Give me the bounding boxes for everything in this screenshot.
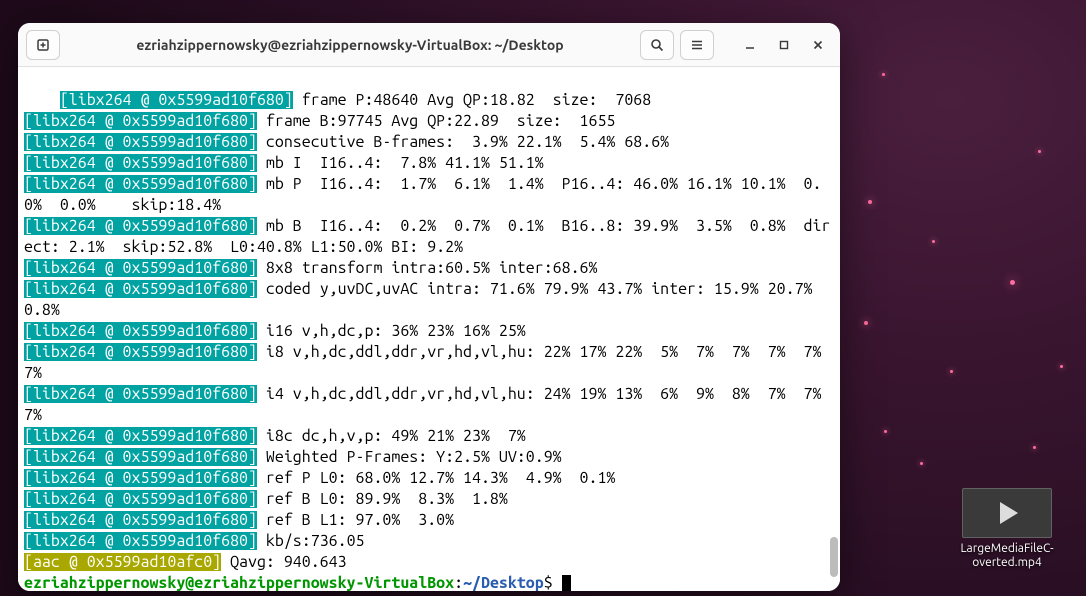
log-tag: [aac @ 0x5599ad10afc0] xyxy=(24,553,221,571)
log-tag: [libx264 @ 0x5599ad10f680] xyxy=(24,511,257,529)
new-tab-button[interactable] xyxy=(26,30,60,60)
sparkle xyxy=(1060,365,1063,368)
log-text: kb/s:736.05 xyxy=(257,532,365,550)
log-text: ref P L0: 68.0% 12.7% 14.3% 4.9% 0.1% xyxy=(257,469,615,487)
minimize-button[interactable] xyxy=(736,31,764,59)
sparkle xyxy=(950,370,953,373)
log-text: i16 v,h,dc,p: 36% 23% 16% 25% xyxy=(257,322,526,340)
terminal-window: ezriahzippernowsky@ezriahzippernowsky-Vi… xyxy=(18,23,840,591)
log-tag: [libx264 @ 0x5599ad10f680] xyxy=(24,217,257,235)
log-tag: [libx264 @ 0x5599ad10f680] xyxy=(24,112,257,130)
maximize-button[interactable] xyxy=(770,31,798,59)
sparkle xyxy=(920,462,923,465)
log-tag: [libx264 @ 0x5599ad10f680] xyxy=(24,133,257,151)
prompt-path: ~/Desktop xyxy=(463,574,544,591)
window-title: ezriahzippernowsky@ezriahzippernowsky-Vi… xyxy=(66,37,634,53)
sparkle xyxy=(882,73,885,76)
log-text: ref B L0: 89.9% 8.3% 1.8% xyxy=(257,490,508,508)
terminal-scroll-thumb[interactable] xyxy=(830,537,838,577)
terminal-body[interactable]: [libx264 @ 0x5599ad10f680] frame P:48640… xyxy=(18,67,840,591)
log-tag: [libx264 @ 0x5599ad10f680] xyxy=(24,427,257,445)
log-tag: [libx264 @ 0x5599ad10f680] xyxy=(24,175,257,193)
log-text: consecutive B-frames: 3.9% 22.1% 5.4% 68… xyxy=(257,133,669,151)
log-text: i8c dc,h,v,p: 49% 21% 23% 7% xyxy=(257,427,526,445)
hamburger-menu-button[interactable] xyxy=(680,30,714,60)
sparkle xyxy=(1010,280,1015,285)
log-text: frame P:48640 Avg QP:18.82 size: 7068 xyxy=(293,91,651,109)
log-tag: [libx264 @ 0x5599ad10f680] xyxy=(24,469,257,487)
log-text: frame B:97745 Avg QP:22.89 size: 1655 xyxy=(257,112,615,130)
log-text: Qavg: 940.643 xyxy=(221,553,346,571)
sparkle xyxy=(932,240,935,243)
prompt-separator: : xyxy=(454,574,463,591)
log-tag: [libx264 @ 0x5599ad10f680] xyxy=(24,343,257,361)
log-text: 8x8 transform intra:60.5% inter:68.6% xyxy=(257,259,597,277)
play-icon xyxy=(1000,502,1018,524)
terminal-cursor xyxy=(562,575,571,591)
prompt-user: ezriahzippernowsky@ezriahzippernowsky-Vi… xyxy=(24,574,454,591)
log-text: ref B L1: 97.0% 3.0% xyxy=(257,511,454,529)
log-tag: [libx264 @ 0x5599ad10f680] xyxy=(24,154,257,172)
window-titlebar: ezriahzippernowsky@ezriahzippernowsky-Vi… xyxy=(18,23,840,67)
log-tag: [libx264 @ 0x5599ad10f680] xyxy=(24,322,257,340)
log-tag: [libx264 @ 0x5599ad10f680] xyxy=(24,280,257,298)
log-tag: [libx264 @ 0x5599ad10f680] xyxy=(24,385,257,403)
log-text: Weighted P-Frames: Y:2.5% UV:0.9% xyxy=(257,448,562,466)
video-thumbnail xyxy=(962,488,1052,538)
terminal-scrollbar[interactable] xyxy=(828,67,838,591)
desktop-file-label: LargeMediaFileC- overted.mp4 xyxy=(942,542,1072,571)
sparkle xyxy=(864,321,868,325)
log-text: mb I I16..4: 7.8% 41.1% 51.1% xyxy=(257,154,544,172)
sparkle xyxy=(1038,150,1041,153)
log-tag: [libx264 @ 0x5599ad10f680] xyxy=(60,91,293,109)
close-button[interactable] xyxy=(804,31,832,59)
sparkle xyxy=(868,200,872,204)
log-tag: [libx264 @ 0x5599ad10f680] xyxy=(24,259,257,277)
sparkle xyxy=(1033,446,1036,449)
log-tag: [libx264 @ 0x5599ad10f680] xyxy=(24,448,257,466)
log-tag: [libx264 @ 0x5599ad10f680] xyxy=(24,532,257,550)
search-button[interactable] xyxy=(640,30,674,60)
prompt-symbol: $ xyxy=(544,574,562,591)
desktop-file-icon[interactable]: LargeMediaFileC- overted.mp4 xyxy=(942,488,1072,571)
terminal-output: [libx264 @ 0x5599ad10f680] frame P:48640… xyxy=(24,91,839,571)
sparkle xyxy=(884,430,887,433)
log-tag: [libx264 @ 0x5599ad10f680] xyxy=(24,490,257,508)
